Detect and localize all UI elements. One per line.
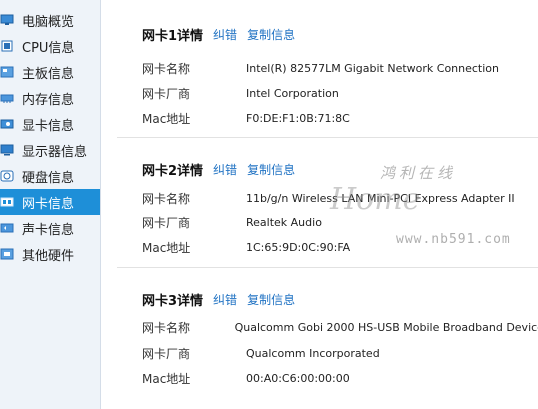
info-row: 网卡名称 Intel(R) 82577LM Gigabit Network Co… (142, 58, 538, 78)
row-value: Intel Corporation (246, 86, 339, 100)
sidebar-item-sound-card[interactable]: 声卡信息 (0, 215, 100, 241)
report-error-link[interactable]: 纠错 (213, 26, 237, 43)
section-title: 网卡2详情 (142, 163, 204, 179)
row-value: 00:A0:C6:00:00:00 (246, 371, 350, 385)
memory-icon (0, 92, 14, 104)
row-value: Intel(R) 82577LM Gigabit Network Connect… (246, 61, 499, 75)
report-error-link[interactable]: 纠错 (213, 291, 237, 308)
sidebar-item-label: 网卡信息 (22, 196, 75, 212)
info-row: 网卡名称 11b/g/n Wireless LAN Mini-PCI Expre… (142, 188, 538, 208)
network-card-icon (0, 196, 14, 208)
copy-info-link[interactable]: 复制信息 (247, 26, 295, 43)
info-row: Mac地址 1C:65:9D:0C:90:FA (142, 237, 538, 257)
row-value: 11b/g/n Wireless LAN Mini-PCI Express Ad… (246, 191, 515, 205)
motherboard-icon (0, 66, 14, 78)
row-value: Qualcomm Incorporated (246, 346, 380, 360)
info-row: 网卡厂商 Realtek Audio (142, 212, 538, 232)
sidebar-item-motherboard[interactable]: 主板信息 (0, 59, 100, 85)
section-title: 网卡1详情 (142, 28, 204, 44)
info-row: Mac地址 F0:DE:F1:0B:71:8C (142, 108, 538, 128)
section-divider (117, 267, 538, 268)
sidebar-item-memory[interactable]: 内存信息 (0, 85, 100, 111)
section-header: 网卡2详情 纠错 复制信息 (142, 159, 305, 179)
other-hardware-icon (0, 248, 14, 260)
row-value: Qualcomm Gobi 2000 HS-USB Mobile Broadba… (234, 320, 538, 334)
sidebar-item-label: 电脑概览 (22, 14, 75, 30)
sidebar-item-label: 主板信息 (22, 66, 75, 82)
main-panel: 网卡1详情 纠错 复制信息 网卡名称 Intel(R) 82577LM Giga… (101, 0, 538, 409)
cpu-icon (0, 40, 14, 52)
row-key: Mac地址 (142, 371, 191, 386)
sidebar-item-other-hardware[interactable]: 其他硬件 (0, 241, 100, 267)
sidebar-item-label: 内存信息 (22, 92, 75, 108)
sidebar-item-label: CPU信息 (22, 40, 75, 56)
sidebar-item-network-card[interactable]: 网卡信息 (0, 189, 100, 215)
copy-info-link[interactable]: 复制信息 (247, 161, 295, 178)
sidebar-item-overview[interactable]: 电脑概览 (0, 7, 100, 33)
sidebar-item-cpu[interactable]: CPU信息 (0, 33, 100, 59)
hard-disk-icon (0, 170, 14, 182)
row-value: F0:DE:F1:0B:71:8C (246, 111, 350, 125)
info-row: 网卡厂商 Qualcomm Incorporated (142, 343, 538, 363)
sidebar-item-graphics[interactable]: 显卡信息 (0, 111, 100, 137)
info-row: 网卡名称 Qualcomm Gobi 2000 HS-USB Mobile Br… (142, 317, 538, 337)
copy-info-link[interactable]: 复制信息 (247, 291, 295, 308)
row-value: Realtek Audio (246, 215, 322, 229)
section-header: 网卡1详情 纠错 复制信息 (142, 24, 305, 44)
sidebar-item-label: 声卡信息 (22, 222, 75, 238)
section-title: 网卡3详情 (142, 293, 204, 309)
computer-icon (0, 14, 14, 26)
sidebar: 电脑概览 CPU信息 主板信息 内存信息 显卡信息 显示器信息 硬盘信息 网卡信… (0, 0, 101, 409)
section-divider (117, 137, 538, 138)
row-key: 网卡名称 (142, 320, 191, 335)
row-key: 网卡名称 (142, 61, 191, 76)
report-error-link[interactable]: 纠错 (213, 161, 237, 178)
section-header: 网卡3详情 纠错 复制信息 (142, 289, 305, 309)
row-key: Mac地址 (142, 111, 191, 126)
info-row: 网卡厂商 Intel Corporation (142, 83, 538, 103)
row-value: 1C:65:9D:0C:90:FA (246, 240, 351, 254)
info-row: Mac地址 00:A0:C6:00:00:00 (142, 368, 538, 388)
row-key: 网卡厂商 (142, 346, 191, 361)
sidebar-item-monitor[interactable]: 显示器信息 (0, 137, 100, 163)
sound-card-icon (0, 222, 14, 234)
row-key: 网卡厂商 (142, 215, 191, 230)
sidebar-item-hard-disk[interactable]: 硬盘信息 (0, 163, 100, 189)
sidebar-item-label: 其他硬件 (22, 248, 75, 264)
sidebar-item-label: 显示器信息 (22, 144, 88, 160)
monitor-icon (0, 144, 14, 156)
row-key: Mac地址 (142, 240, 191, 255)
row-key: 网卡名称 (142, 191, 191, 206)
sidebar-item-label: 显卡信息 (22, 118, 75, 134)
row-key: 网卡厂商 (142, 86, 191, 101)
sidebar-item-label: 硬盘信息 (22, 170, 75, 186)
graphics-card-icon (0, 118, 14, 130)
